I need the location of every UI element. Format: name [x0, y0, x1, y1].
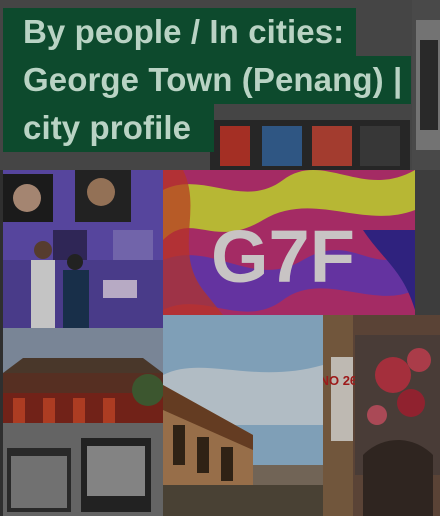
title-line-3: city profile: [3, 104, 214, 152]
shophouse-photo: NO 265: [323, 315, 440, 516]
temple-photo: [3, 328, 163, 516]
gallery-tile: [3, 170, 163, 328]
street-photo: [163, 315, 323, 516]
card-title[interactable]: By people / In cities: George Town (Pena…: [3, 8, 411, 152]
mural-photo: G7F: [163, 170, 415, 315]
city-profile-card[interactable]: G7F NO 265 By people / In cities: George…: [0, 0, 440, 516]
title-line-1: By people / In cities:: [3, 8, 356, 56]
title-line-2: George Town (Penang) |: [3, 56, 411, 104]
mural-tile: G7F: [163, 170, 415, 315]
gallery-photo: [3, 170, 163, 328]
street-tile: [163, 315, 323, 516]
temple-tile: [3, 328, 163, 516]
shophouse-tile: NO 265: [323, 315, 440, 516]
right-mid-photo: [415, 170, 440, 315]
mural-lettering: G7F: [211, 215, 355, 298]
